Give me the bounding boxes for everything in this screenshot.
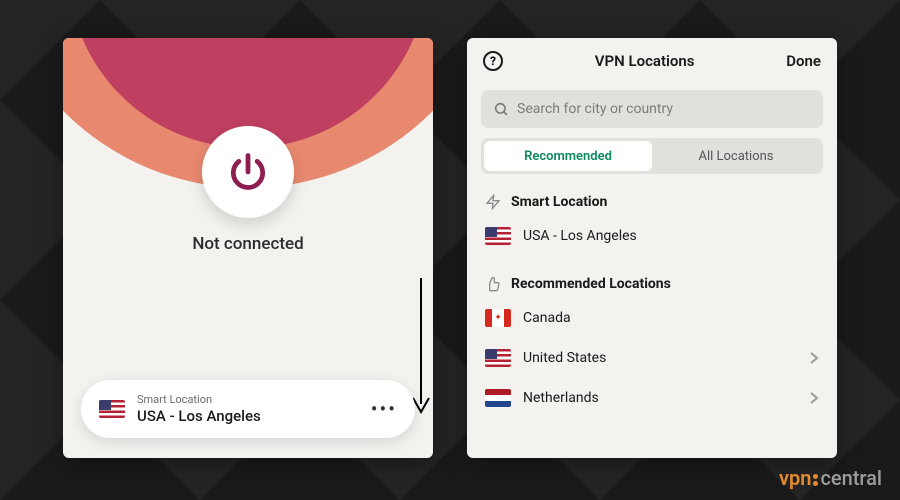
search-icon [493,101,509,117]
list-item-label: USA - Los Angeles [523,228,819,244]
location-text: Smart Location USA - Los Angeles [137,393,359,424]
location-value: USA - Los Angeles [137,407,359,425]
lightning-icon [485,194,501,210]
us-flag-icon [485,227,511,245]
power-button[interactable] [202,126,294,218]
help-icon[interactable]: ? [483,51,503,71]
tab-recommended[interactable]: Recommended [484,141,652,171]
location-row-netherlands[interactable]: Netherlands [467,378,837,418]
power-icon [226,150,270,194]
chevron-right-icon [809,351,819,365]
location-row-canada[interactable]: ✦ Canada [467,298,837,338]
stage: Not connected Smart Location USA - Los A… [0,0,900,458]
locations-header: ? VPN Locations Done [467,38,837,84]
tab-segmented-control: Recommended All Locations [481,138,823,174]
list-item-label: Canada [523,310,819,326]
smart-location-heading: Smart Location [467,186,837,216]
location-selector[interactable]: Smart Location USA - Los Angeles ••• [81,380,415,438]
watermark-left: vpn [779,466,811,490]
us-flag-icon [99,400,125,418]
watermark: vpn central [779,466,882,490]
recommended-label: Recommended Locations [511,276,671,292]
us-flag-icon [485,349,511,367]
thumbs-up-icon [485,276,501,292]
location-row-united-states[interactable]: United States [467,338,837,378]
smart-location-label: Smart Location [511,194,607,210]
annotation-arrow-icon [411,278,431,418]
main-panel: Not connected Smart Location USA - Los A… [63,38,433,458]
list-item-label: United States [523,350,797,366]
chevron-right-icon [809,391,819,405]
done-button[interactable]: Done [786,52,821,70]
watermark-right: central [820,466,882,490]
location-label: Smart Location [137,393,359,406]
tab-all-locations[interactable]: All Locations [652,141,820,171]
smart-location-item[interactable]: USA - Los Angeles [467,216,837,256]
canada-flag-icon: ✦ [485,309,511,327]
search-placeholder: Search for city or country [517,101,673,117]
netherlands-flag-icon [485,389,511,407]
more-icon[interactable]: ••• [371,397,397,421]
recommended-heading: Recommended Locations [467,268,837,298]
list-item-label: Netherlands [523,390,797,406]
search-input[interactable]: Search for city or country [481,90,823,128]
locations-panel: ? VPN Locations Done Search for city or … [467,38,837,458]
connection-status: Not connected [63,234,433,254]
locations-title: VPN Locations [595,52,695,70]
watermark-dots-icon [813,474,818,486]
